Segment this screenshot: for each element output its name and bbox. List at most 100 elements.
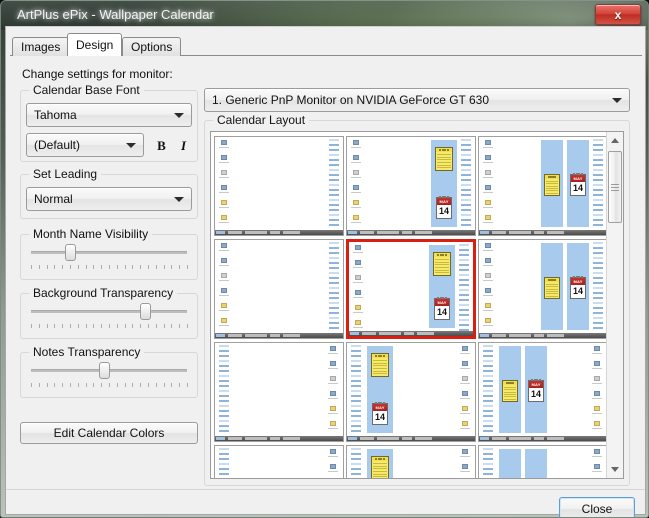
taskbar	[215, 333, 343, 338]
calendar-month-label: MAY	[571, 175, 585, 182]
grip-icon	[611, 184, 619, 191]
layout-thumbnail[interactable]	[214, 136, 344, 236]
background-transparency-slider[interactable]	[31, 302, 188, 330]
layout-thumbnail[interactable]	[214, 445, 344, 478]
chevron-down-icon	[174, 197, 184, 202]
desktop-preview: MAY14	[347, 343, 475, 441]
scroll-up-button[interactable]	[607, 132, 623, 149]
calendar-side-column	[329, 242, 339, 332]
window-frame: ArtPlus ePix - Wallpaper Calendar x Imag…	[0, 0, 649, 518]
tab-images[interactable]: Images	[12, 37, 70, 56]
layout-thumbnail[interactable]: MAY14	[346, 136, 476, 236]
slider-track	[31, 310, 187, 313]
calendar-side-column	[351, 345, 361, 435]
desktop-preview: MAY14	[479, 137, 607, 235]
layout-thumbnail[interactable]: MAY14	[478, 136, 608, 236]
close-button[interactable]: Close	[559, 497, 635, 517]
slider-thumb[interactable]	[99, 362, 111, 379]
calendar-side-column	[483, 448, 493, 478]
slider-thumb[interactable]	[65, 244, 76, 261]
desktop-icons	[459, 346, 472, 436]
close-icon: x	[614, 7, 622, 22]
font-style-select[interactable]: (Default)	[26, 133, 144, 157]
chevron-down-icon	[612, 98, 622, 103]
taskbar	[347, 230, 475, 235]
layout-thumbnail[interactable]: MAY14	[478, 239, 608, 339]
desktop-preview	[215, 446, 343, 478]
calendar-day-label: 14	[374, 412, 385, 422]
italic-button[interactable]: I	[172, 134, 195, 157]
calendar-day-label: 14	[572, 286, 583, 296]
desktop-icons	[327, 346, 340, 436]
chevron-down-icon	[126, 143, 136, 148]
calendar-side-column	[461, 139, 471, 229]
calendar-month-label: MAY	[437, 198, 451, 205]
caret-up-icon	[611, 138, 619, 143]
desktop-preview: MAY14	[347, 446, 475, 478]
desktop-preview: MAY14	[479, 343, 607, 441]
caret-down-icon	[611, 467, 619, 472]
notes-widget	[433, 252, 451, 276]
tab-design[interactable]: Design	[67, 33, 123, 56]
desktop-icons	[350, 140, 363, 230]
month-name-visibility-title: Month Name Visibility	[29, 227, 153, 241]
calendar-side-column	[219, 448, 229, 478]
window-close-button[interactable]: x	[595, 4, 641, 25]
edit-calendar-colors-button[interactable]: Edit Calendar Colors	[20, 422, 198, 444]
notes-widget	[371, 353, 389, 377]
taskbar	[347, 436, 475, 441]
layout-thumbnail[interactable]: MAY14	[346, 342, 476, 442]
notes-widget	[544, 277, 560, 299]
tab-strip: Images Design Options	[10, 32, 642, 57]
layout-thumbnail[interactable]: MAY14	[346, 239, 476, 339]
desktop-icons	[482, 140, 495, 230]
slider-thumb[interactable]	[139, 303, 151, 320]
calendar-side-column	[459, 244, 469, 331]
footer-divider	[6, 489, 645, 490]
font-family-select[interactable]: Tahoma	[26, 103, 192, 127]
calendar-strip	[499, 449, 521, 478]
desktop-preview: MAY14	[479, 240, 607, 338]
taskbar	[479, 230, 607, 235]
background-transparency-title: Background Transparency	[29, 286, 178, 300]
calendar-layout-title: Calendar Layout	[213, 113, 310, 127]
tab-options[interactable]: Options	[122, 37, 182, 56]
slider-track	[31, 251, 187, 254]
desktop-icons	[327, 449, 340, 478]
notes-transparency-title: Notes Transparency	[29, 345, 145, 359]
layout-thumbnail[interactable]	[214, 239, 344, 339]
scrollbar-thumb[interactable]	[608, 151, 622, 223]
calendar-day-label: 14	[436, 307, 447, 317]
taskbar	[215, 436, 343, 441]
calendar-month-label: MAY	[571, 278, 585, 285]
calendar-side-column	[219, 345, 229, 435]
monitor-select[interactable]: 1. Generic PnP Monitor on NVIDIA GeForce…	[204, 88, 630, 112]
calendar-base-font-title: Calendar Base Font	[29, 83, 144, 97]
desktop-icons	[218, 243, 231, 333]
month-name-visibility-slider[interactable]	[31, 243, 188, 271]
calendar-side-column	[329, 139, 339, 229]
layout-thumbnail[interactable]: MAY14	[478, 445, 608, 478]
calendar-day-label: 14	[438, 206, 449, 216]
calendar-side-column	[351, 448, 361, 478]
layout-scrollbar[interactable]	[606, 132, 623, 478]
calendar-day-widget: MAY 14	[570, 173, 586, 196]
desktop-preview	[215, 137, 343, 235]
calendar-layout-list[interactable]: MAY14MAY14MAY14MAY14MAY14MAY14MAY14MAY14	[210, 131, 624, 479]
calendar-side-column	[593, 139, 603, 229]
scroll-down-button[interactable]	[607, 461, 623, 478]
layout-thumbnail[interactable]	[214, 342, 344, 442]
bold-button[interactable]: B	[150, 134, 173, 157]
leading-select[interactable]: Normal	[26, 187, 192, 211]
calendar-side-column	[593, 242, 603, 332]
desktop-preview: MAY14	[349, 242, 473, 336]
taskbar	[215, 230, 343, 235]
slider-ticks	[31, 265, 188, 270]
notes-transparency-slider[interactable]	[31, 361, 188, 389]
layout-thumbnail[interactable]: MAY14	[478, 342, 608, 442]
layout-thumbnail[interactable]: MAY14	[346, 445, 476, 478]
desktop-preview: MAY14	[479, 446, 607, 478]
desktop-icons	[591, 346, 604, 436]
slider-ticks	[31, 324, 188, 329]
dialog-client-area: Images Design Options Change settings fo…	[5, 26, 646, 517]
